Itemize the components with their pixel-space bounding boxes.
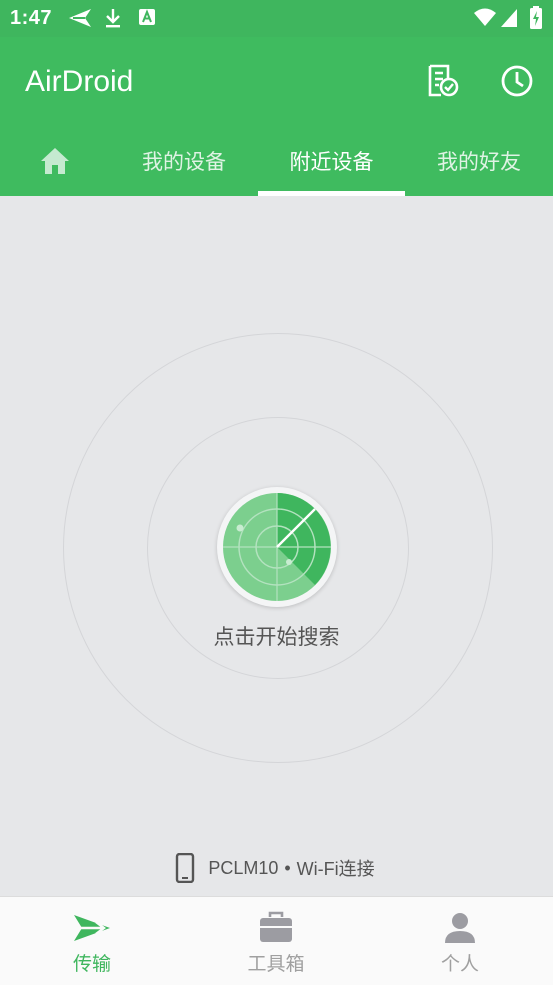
status-bar: 1:47: [0, 0, 553, 37]
clock-icon[interactable]: [500, 64, 534, 98]
nav-label: 传输: [72, 954, 111, 975]
device-name: PCLM10: [208, 857, 279, 878]
tab-label: 我的设备: [142, 150, 226, 174]
nav-label: 个人: [440, 954, 479, 975]
person-icon: [445, 913, 475, 943]
tab-label: 附近设备: [289, 150, 374, 174]
tab-home[interactable]: [0, 125, 110, 196]
status-time: 1:47: [10, 7, 53, 29]
app-bar: AirDroid: [0, 37, 553, 125]
tab-my-devices[interactable]: 我的设备: [110, 125, 258, 196]
nearby-devices-panel: 点击开始搜索 PCLM10 • Wi-Fi连接: [0, 196, 553, 896]
current-device-info: PCLM10 • Wi-Fi连接: [0, 852, 553, 884]
battery-icon: [530, 6, 542, 29]
radar-icon: [223, 493, 331, 601]
tab-label: 我的好友: [437, 150, 521, 174]
wifi-icon: [474, 8, 496, 26]
document-check-icon[interactable]: [426, 64, 460, 98]
app-title: AirDroid: [25, 65, 134, 98]
device-separator: •: [284, 857, 291, 878]
download-icon: [106, 9, 120, 28]
signal-icon: [501, 9, 517, 27]
home-icon: [41, 147, 69, 174]
connection-type: Wi-Fi连接: [296, 859, 375, 879]
radar-button[interactable]: [217, 487, 337, 607]
search-hint: 点击开始搜索: [213, 626, 340, 649]
phone-icon: [176, 853, 195, 883]
transfer-icon: [74, 915, 110, 941]
a-box-icon: [139, 9, 155, 25]
tab-bar: 我的设备 附近设备 我的好友: [0, 125, 553, 196]
tab-nearby-devices[interactable]: 附近设备: [258, 125, 405, 196]
send-icon: [69, 9, 91, 27]
nav-label: 工具箱: [247, 954, 305, 975]
nav-transfer[interactable]: 传输: [0, 897, 184, 985]
bottom-navigation: 传输 工具箱 个人: [0, 896, 553, 985]
toolbox-icon: [260, 911, 292, 942]
tab-my-friends[interactable]: 我的好友: [405, 125, 553, 196]
nav-toolbox[interactable]: 工具箱: [184, 897, 368, 985]
nav-personal[interactable]: 个人: [368, 897, 552, 985]
